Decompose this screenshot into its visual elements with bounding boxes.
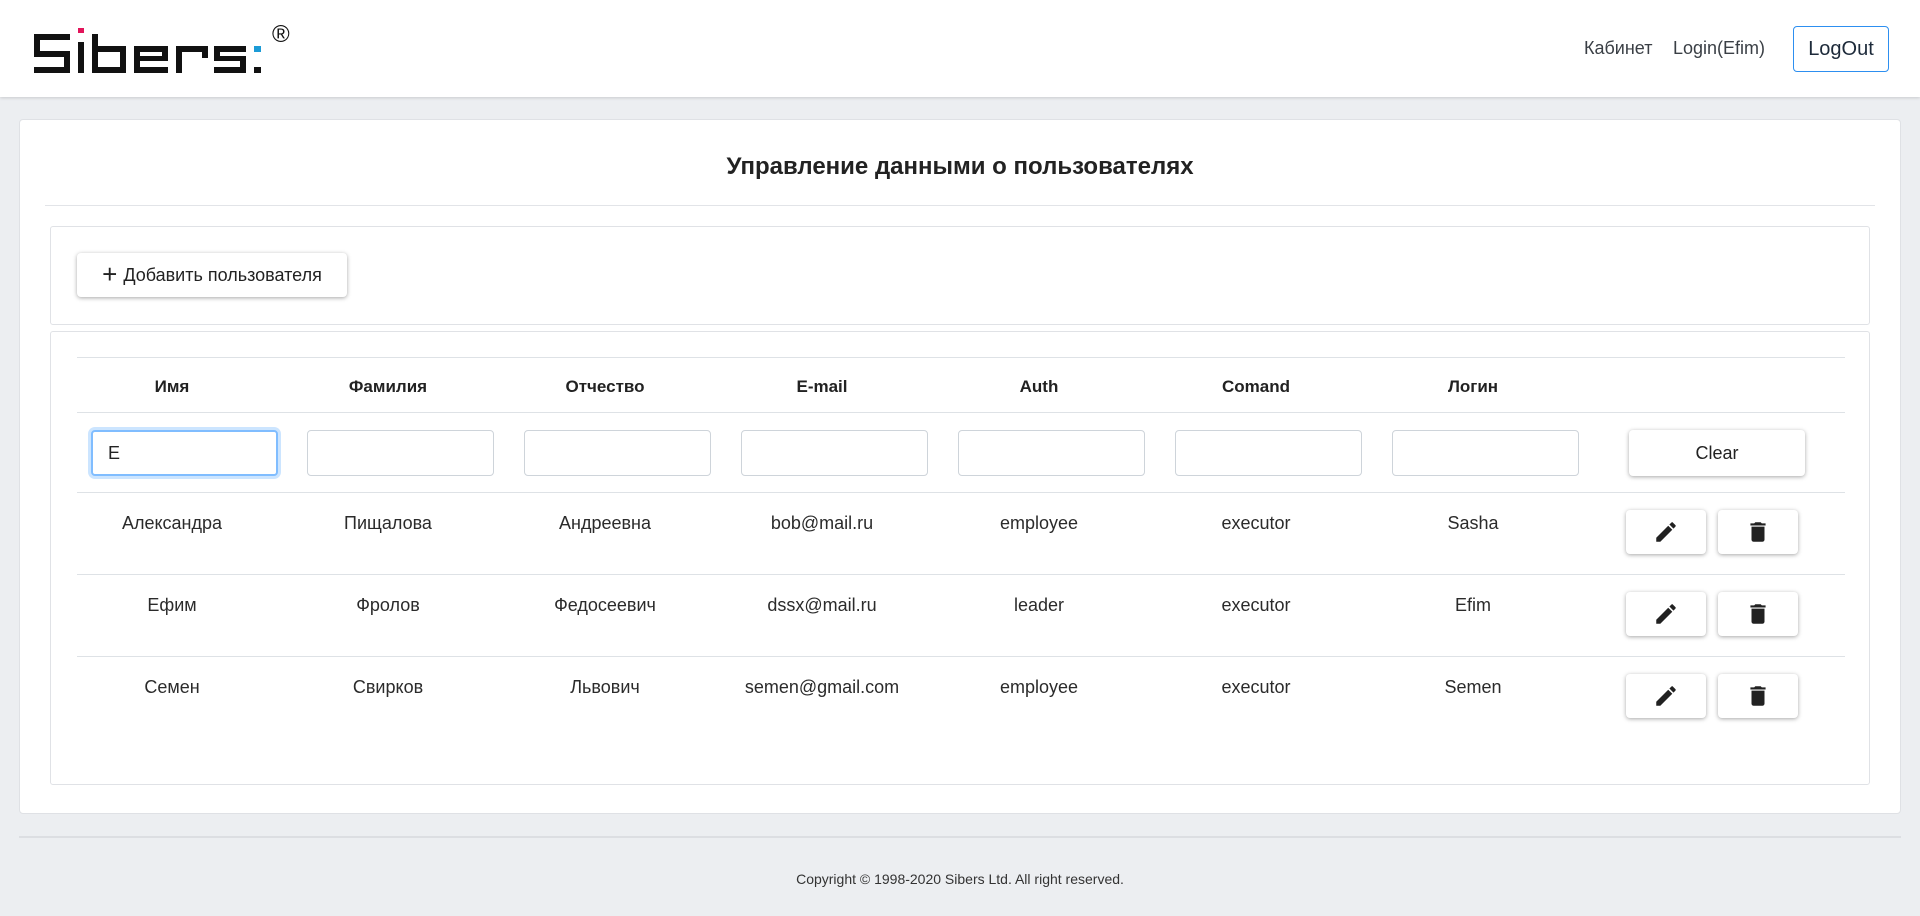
filter-patronymic-input[interactable] bbox=[524, 430, 711, 476]
page-title: Управление данными о пользователях bbox=[726, 153, 1194, 180]
add-user-label: Добавить пользователя bbox=[123, 264, 322, 285]
cell-last-name: Пищалова bbox=[344, 513, 432, 533]
cell-comand: executor bbox=[1221, 513, 1291, 533]
edit-user-button[interactable] bbox=[1626, 592, 1706, 636]
nav-cabinet-link[interactable]: Кабинет bbox=[1584, 38, 1652, 59]
delete-user-button[interactable] bbox=[1718, 510, 1798, 554]
delete-user-button[interactable] bbox=[1718, 592, 1798, 636]
cell-auth: employee bbox=[999, 677, 1079, 697]
delete-user-button[interactable] bbox=[1718, 674, 1798, 718]
trash-icon bbox=[1750, 522, 1766, 542]
column-header-email[interactable]: E-mail bbox=[727, 377, 917, 397]
cell-email: semen@gmail.com bbox=[744, 677, 900, 697]
cell-first-name: Семен bbox=[144, 677, 200, 697]
plus-icon: + bbox=[102, 258, 118, 289]
table-top-border bbox=[77, 357, 1845, 358]
cell-comand: executor bbox=[1221, 677, 1291, 697]
cell-patronymic: Львович bbox=[570, 677, 640, 697]
trash-icon bbox=[1750, 604, 1766, 624]
footer-divider bbox=[19, 836, 1901, 838]
edit-user-button[interactable] bbox=[1626, 674, 1706, 718]
column-header-login[interactable]: Логин bbox=[1378, 377, 1568, 397]
cell-last-name: Свирков bbox=[352, 677, 424, 697]
column-header-comand[interactable]: Comand bbox=[1161, 377, 1351, 397]
cell-email: bob@mail.ru bbox=[770, 513, 874, 533]
filter-divider bbox=[77, 492, 1845, 493]
cell-first-name: Ефим bbox=[147, 595, 197, 615]
edit-user-button[interactable] bbox=[1626, 510, 1706, 554]
filter-last-name-input[interactable] bbox=[307, 430, 494, 476]
logout-button[interactable]: LogOut bbox=[1793, 26, 1889, 72]
column-header-first-name[interactable]: Имя bbox=[77, 377, 267, 397]
trash-icon bbox=[1750, 686, 1766, 706]
row-divider bbox=[77, 574, 1845, 575]
cell-patronymic: Федосеевич bbox=[554, 595, 656, 615]
column-header-last-name[interactable]: Фамилия bbox=[293, 377, 483, 397]
users-table: Имя Фамилия Отчество E-mail Auth Comand … bbox=[50, 331, 1870, 785]
add-user-button[interactable]: + Добавить пользователя bbox=[77, 253, 347, 297]
pencil-icon bbox=[1656, 522, 1676, 542]
cell-patronymic: Андреевна bbox=[559, 513, 651, 533]
pencil-icon bbox=[1656, 686, 1676, 706]
cell-login: Semen bbox=[1444, 677, 1502, 697]
cell-comand: executor bbox=[1221, 595, 1291, 615]
title-divider bbox=[45, 205, 1875, 206]
toolbar: + Добавить пользователя bbox=[50, 226, 1870, 325]
main-card: Управление данными о пользователях + Доб… bbox=[19, 119, 1901, 814]
column-header-auth[interactable]: Auth bbox=[944, 377, 1134, 397]
cell-auth: employee bbox=[999, 513, 1079, 533]
filter-first-name-input[interactable] bbox=[91, 430, 278, 476]
registered-mark: ® bbox=[272, 21, 290, 48]
sibers-logo[interactable]: ® bbox=[32, 20, 302, 82]
filter-auth-input[interactable] bbox=[958, 430, 1145, 476]
filter-email-input[interactable] bbox=[741, 430, 928, 476]
column-header-patronymic[interactable]: Отчество bbox=[510, 377, 700, 397]
cell-first-name: Александра bbox=[121, 513, 223, 533]
top-header: ® Кабинет Login(Efim) LogOut bbox=[0, 0, 1920, 97]
header-divider bbox=[77, 412, 1845, 413]
cell-login: Sasha bbox=[1447, 513, 1499, 533]
nav-login-link[interactable]: Login(Efim) bbox=[1673, 38, 1765, 59]
cell-last-name: Фролов bbox=[356, 595, 420, 615]
clear-filters-button[interactable]: Clear bbox=[1629, 430, 1805, 476]
row-divider bbox=[77, 656, 1845, 657]
cell-email: dssx@mail.ru bbox=[767, 595, 877, 615]
filter-comand-input[interactable] bbox=[1175, 430, 1362, 476]
footer-copyright: Copyright © 1998-2020 Sibers Ltd. All ri… bbox=[796, 871, 1124, 887]
cell-login: Efim bbox=[1455, 595, 1491, 615]
filter-login-input[interactable] bbox=[1392, 430, 1579, 476]
cell-auth: leader bbox=[1013, 595, 1065, 615]
pencil-icon bbox=[1656, 604, 1676, 624]
